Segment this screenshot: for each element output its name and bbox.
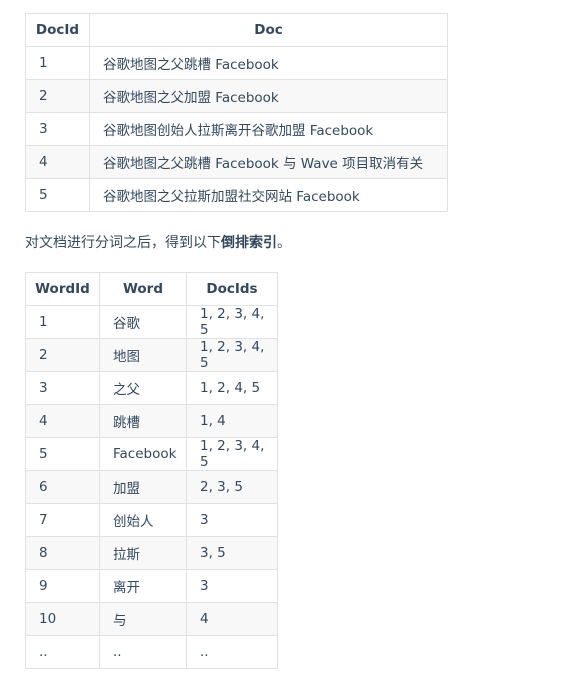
table-row: 1 谷歌 1, 2, 3, 4, 5 [25, 305, 278, 339]
doc-cell: 谷歌地图之父加盟 Facebook [89, 79, 448, 113]
wordid-cell: .. [25, 635, 100, 669]
docids-cell: 4 [186, 602, 278, 636]
table-row: 5 谷歌地图之父拉斯加盟社交网站 Facebook [25, 178, 448, 212]
doc-table-header-row: DocId Doc [25, 13, 448, 47]
inverted-index-table: WordId Word DocIds 1 谷歌 1, 2, 3, 4, 5 2 … [25, 272, 278, 669]
table-row: 6 加盟 2, 3, 5 [25, 470, 278, 504]
wordid-cell: 8 [25, 536, 100, 570]
header-docids: DocIds [186, 272, 278, 306]
table-row: 8 拉斯 3, 5 [25, 536, 278, 570]
docids-cell: 3 [186, 503, 278, 537]
docids-cell: 3, 5 [186, 536, 278, 570]
docids-cell: 1, 2, 4, 5 [186, 371, 278, 405]
paragraph-suffix: 。 [277, 235, 291, 251]
docids-cell: 2, 3, 5 [186, 470, 278, 504]
docid-cell: 4 [25, 145, 90, 179]
doc-cell: 谷歌地图之父跳槽 Facebook [89, 46, 448, 80]
docid-cell: 3 [25, 112, 90, 146]
docids-cell: .. [186, 635, 278, 669]
description-paragraph: 对文档进行分词之后，得到以下倒排索引。 [25, 232, 291, 252]
doc-table: DocId Doc 1 谷歌地图之父跳槽 Facebook 2 谷歌地图之父加盟… [25, 13, 448, 212]
wordid-cell: 1 [25, 305, 100, 339]
table-row: 10 与 4 [25, 602, 278, 636]
table-row: 2 地图 1, 2, 3, 4, 5 [25, 338, 278, 372]
header-docid: DocId [25, 13, 90, 47]
table-row: 4 跳槽 1, 4 [25, 404, 278, 438]
docids-cell: 1, 2, 3, 4, 5 [186, 338, 278, 372]
wordid-cell: 2 [25, 338, 100, 372]
docids-cell: 1, 2, 3, 4, 5 [186, 305, 278, 339]
header-wordid: WordId [25, 272, 100, 306]
doc-cell: 谷歌地图之父跳槽 Facebook 与 Wave 项目取消有关 [89, 145, 448, 179]
table-row: 1 谷歌地图之父跳槽 Facebook [25, 46, 448, 80]
docid-cell: 5 [25, 178, 90, 212]
word-cell: .. [99, 635, 187, 669]
word-cell: 离开 [99, 569, 187, 603]
word-table-header-row: WordId Word DocIds [25, 272, 278, 306]
word-cell: 跳槽 [99, 404, 187, 438]
table-row: 5 Facebook 1, 2, 3, 4, 5 [25, 437, 278, 471]
header-doc: Doc [89, 13, 448, 47]
word-cell: 谷歌 [99, 305, 187, 339]
table-row: 3 之父 1, 2, 4, 5 [25, 371, 278, 405]
docids-cell: 3 [186, 569, 278, 603]
word-cell: 地图 [99, 338, 187, 372]
docid-cell: 1 [25, 46, 90, 80]
word-cell: 加盟 [99, 470, 187, 504]
table-row: 3 谷歌地图创始人拉斯离开谷歌加盟 Facebook [25, 112, 448, 146]
table-row: 9 离开 3 [25, 569, 278, 603]
docids-cell: 1, 4 [186, 404, 278, 438]
wordid-cell: 5 [25, 437, 100, 471]
word-cell: 与 [99, 602, 187, 636]
wordid-cell: 7 [25, 503, 100, 537]
header-word: Word [99, 272, 187, 306]
wordid-cell: 6 [25, 470, 100, 504]
table-row: 2 谷歌地图之父加盟 Facebook [25, 79, 448, 113]
paragraph-emphasis: 倒排索引 [221, 235, 277, 251]
wordid-cell: 4 [25, 404, 100, 438]
table-row: 4 谷歌地图之父跳槽 Facebook 与 Wave 项目取消有关 [25, 145, 448, 179]
word-cell: Facebook [99, 437, 187, 471]
word-cell: 之父 [99, 371, 187, 405]
docids-cell: 1, 2, 3, 4, 5 [186, 437, 278, 471]
doc-cell: 谷歌地图之父拉斯加盟社交网站 Facebook [89, 178, 448, 212]
word-cell: 创始人 [99, 503, 187, 537]
word-cell: 拉斯 [99, 536, 187, 570]
table-row: 7 创始人 3 [25, 503, 278, 537]
table-row: .. .. .. [25, 635, 278, 669]
wordid-cell: 10 [25, 602, 100, 636]
docid-cell: 2 [25, 79, 90, 113]
wordid-cell: 3 [25, 371, 100, 405]
doc-cell: 谷歌地图创始人拉斯离开谷歌加盟 Facebook [89, 112, 448, 146]
paragraph-prefix: 对文档进行分词之后，得到以下 [25, 235, 221, 251]
wordid-cell: 9 [25, 569, 100, 603]
